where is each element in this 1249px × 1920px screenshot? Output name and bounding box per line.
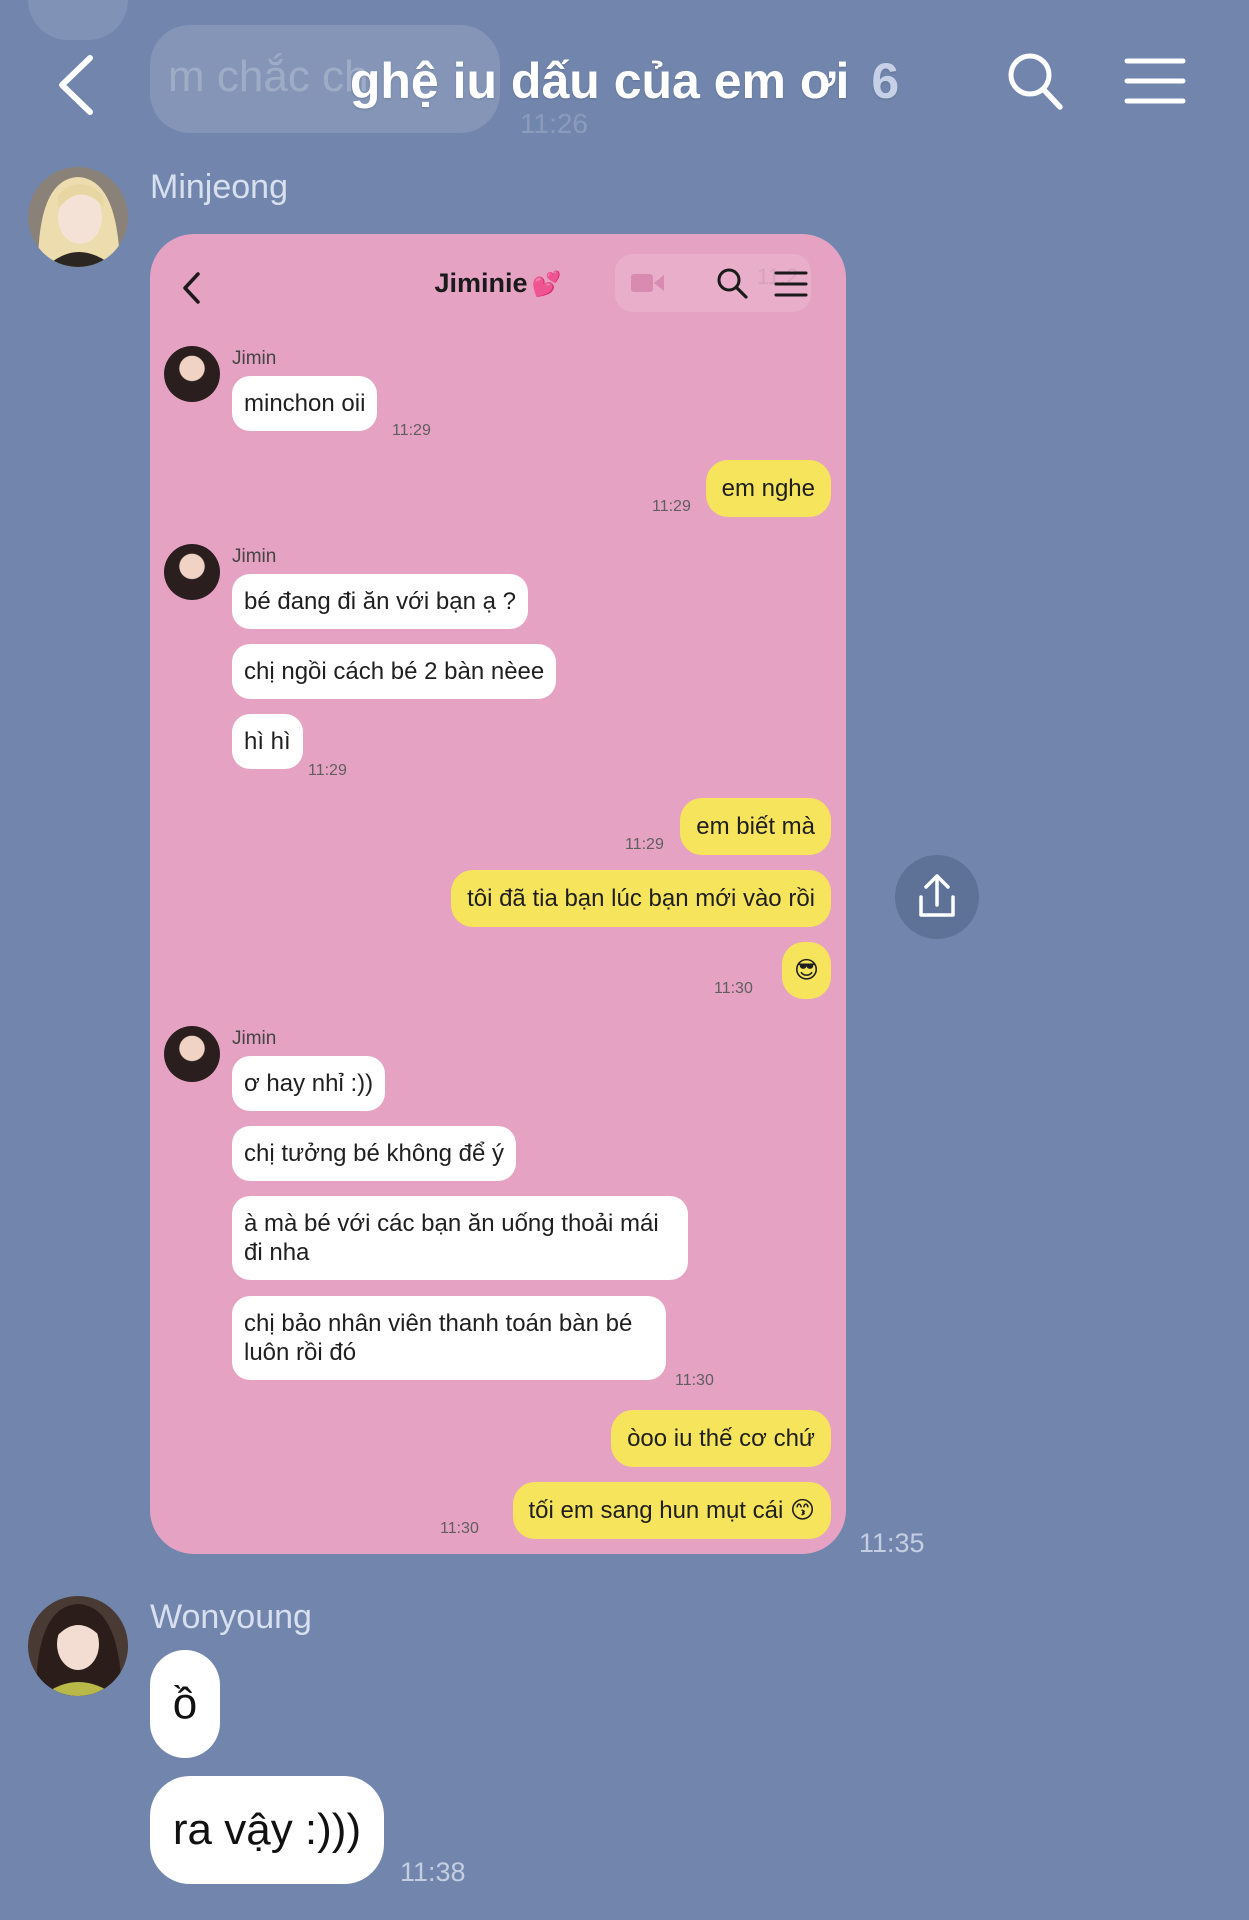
chat-header: m chắc ch 11:26 ghệ iu dấu của em ơi 6 [0,0,1249,170]
shared-screenshot-image[interactable]: Jiminie 💕 11:2 Jimin minchon oii 11:29 em… [150,234,846,1554]
message-time: 11:38 [400,1857,466,1887]
previous-avatar-fragment [28,0,128,40]
sender-name: Jimin [232,546,277,567]
search-icon [717,268,748,299]
message-time: 11:29 [652,498,691,515]
sender-name: Jimin [232,348,277,369]
avatar-photo-icon [28,167,128,267]
message-time: 11:30 [440,1520,479,1537]
share-icon [919,874,955,917]
chat-title-text: ghệ iu dấu của em ơi [349,53,850,109]
heart-emoji: 💕 [531,271,562,298]
video-icon [631,274,664,292]
message-time: 11:30 [714,980,753,997]
message-time: 11:29 [392,422,431,439]
message-time: 11:30 [675,1372,714,1389]
incoming-bubble: chị tưởng bé không để ý [232,1126,516,1181]
screenshot-title-text: Jiminie [434,268,528,298]
hamburger-menu-icon [1124,58,1186,104]
avatar-jimin [164,544,220,600]
incoming-bubble: chị ngồi cách bé 2 bàn nèee [232,644,557,699]
outgoing-bubble: tối em sang hun mụt cái 😙 [512,1482,831,1539]
outgoing-bubble: tôi đã tia bạn lúc bạn mới vào rồi [451,870,831,927]
outgoing-bubble: em nghe [705,460,831,517]
share-button[interactable] [895,855,979,939]
incoming-bubble: bé đang đi ăn với bạn ạ ? [232,574,528,629]
search-button[interactable] [1005,50,1065,116]
avatar-photo-icon [28,1596,128,1696]
incoming-bubble: minchon oii [232,376,378,431]
member-count: 6 [871,53,900,109]
message-time: 11:35 [859,1528,925,1558]
outgoing-bubble: em biết mà [680,798,831,855]
incoming-bubble: hì hì [232,714,303,769]
incoming-bubble: chị bảo nhân viên thanh toán bàn bé luôn… [232,1296,666,1380]
incoming-bubble: ơ hay nhỉ :)) [232,1056,386,1111]
incoming-bubble: ra vậy :))) [150,1776,384,1884]
message-time: 11:29 [625,836,664,853]
message-time: 11:29 [308,762,347,779]
avatar-jimin [164,346,220,402]
sender-name-minjeong: Minjeong [150,168,288,206]
search-icon [1008,53,1063,110]
outgoing-bubble-emoji: 😎 [781,942,831,999]
incoming-bubble: à mà bé với các bạn ăn uống thoải mái đi… [232,1196,688,1280]
menu-button[interactable] [1124,55,1186,107]
avatar-wonyoung[interactable] [28,1596,128,1696]
sender-name: Jimin [232,1028,277,1049]
avatar-jimin [164,1026,220,1082]
incoming-bubble: ồ [150,1650,220,1758]
hamburger-menu-icon [774,271,808,297]
avatar-minjeong[interactable] [28,167,128,267]
sender-name-wonyoung: Wonyoung [150,1598,312,1636]
previous-message-time: 11:26 [520,108,588,139]
outgoing-bubble: òoo iu thế cơ chứ [611,1410,831,1467]
